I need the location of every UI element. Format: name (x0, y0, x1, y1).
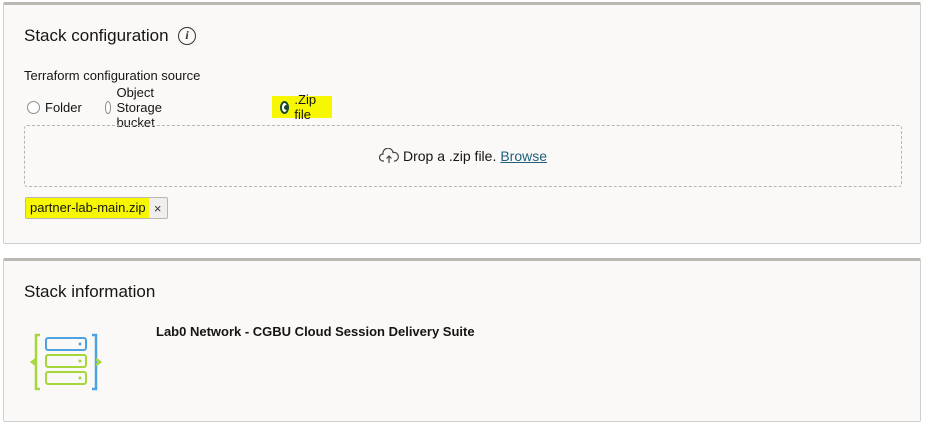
info-icon[interactable]: i (178, 27, 196, 45)
radio-object-storage-label: Object Storage bucket (116, 84, 162, 130)
uploaded-file-chip: partner-lab-main.zip × (25, 197, 168, 219)
stack-information-title: Stack information (24, 282, 156, 301)
radio-zip-file[interactable]: .Zip file (272, 92, 332, 122)
browse-link[interactable]: Browse (500, 148, 547, 164)
radio-folder[interactable]: Folder (27, 96, 82, 118)
stack-configuration-panel: Stack configuration i Terraform configur… (3, 2, 921, 244)
radio-object-storage-bucket[interactable]: Object Storage bucket (105, 85, 169, 130)
radio-folder-label: Folder (45, 99, 82, 115)
stack-information-panel: Stack information Lab0 Network - CGBU Cl… (3, 258, 921, 422)
remove-file-icon[interactable]: × (149, 201, 167, 216)
radio-button-zip[interactable] (280, 100, 290, 114)
stack-server-icon (30, 333, 102, 391)
file-drop-zone[interactable]: Drop a .zip file. Browse (24, 125, 902, 187)
uploaded-file-name: partner-lab-main.zip (26, 198, 149, 218)
radio-button-folder[interactable] (27, 100, 40, 114)
drop-zone-text: Drop a .zip file. (402, 148, 497, 164)
radio-zip-label: .Zip file (294, 92, 317, 122)
stack-name: Lab0 Network - CGBU Cloud Session Delive… (156, 324, 475, 339)
configuration-source-label: Terraform configuration source (24, 68, 201, 83)
stack-configuration-title: Stack configuration (24, 26, 169, 45)
radio-button-object-storage[interactable] (105, 100, 112, 114)
cloud-upload-icon (378, 148, 399, 163)
